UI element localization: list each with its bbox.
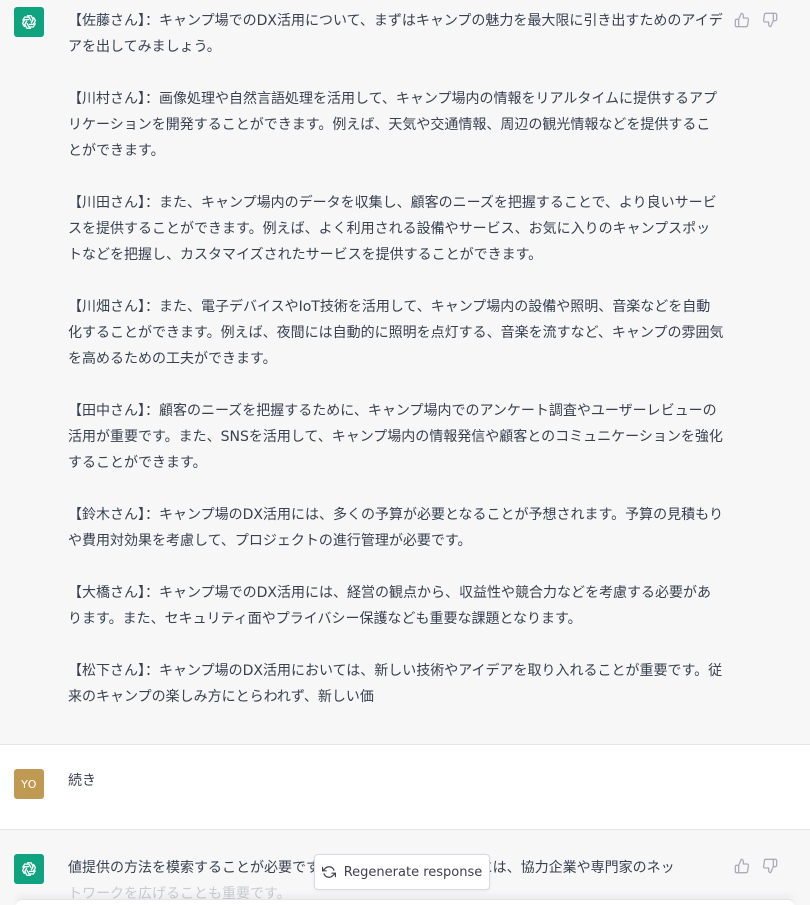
message-paragraph: 【川田さん】：また、キャンプ場内のデータを収集し、顧客のニーズを把握することで、… (68, 195, 717, 263)
chatgpt-avatar (14, 7, 44, 37)
thumbs-up-icon[interactable] (734, 12, 750, 28)
user-message-text: 続き (68, 773, 96, 789)
message-paragraph: 【松下さん】：キャンプ場のDX活用においては、新しい技術やアイデアを取り入れるこ… (68, 663, 723, 705)
message-paragraph: 【佐藤さん】：キャンプ場でのDX活用について、まずはキャンプの魅力を最大限に引き… (68, 13, 723, 55)
message-text-start: 値提供の方法を模索することが必要です。 (68, 860, 333, 876)
input-area-edge (16, 899, 794, 905)
message-paragraph: 【川畑さん】：また、電子デバイスやIoT技術を活用して、キャンプ場内の設備や照明… (68, 299, 724, 367)
message-paragraph: 【大橋さん】：キャンプ場でのDX活用には、経営の観点から、収益性や競合力などを考… (68, 585, 711, 627)
assistant-message-1: 【佐藤さん】：キャンプ場でのDX活用について、まずはキャンプの魅力を最大限に引き… (0, 0, 810, 745)
refresh-icon (321, 866, 336, 878)
chatgpt-avatar (14, 854, 44, 884)
message-paragraph: 【鈴木さん】：キャンプ場のDX活用には、多くの予算が必要となることが予想されます… (68, 507, 724, 549)
user-message: YO 続き (0, 745, 810, 830)
feedback-buttons (734, 12, 778, 28)
thumbs-down-icon[interactable] (762, 12, 778, 28)
thumbs-down-icon[interactable] (762, 858, 778, 874)
message-paragraph: 【川村さん】：画像処理や自然言語処理を活用して、キャンプ場内の情報をリアルタイム… (68, 91, 718, 159)
thumbs-up-icon[interactable] (734, 858, 750, 874)
regenerate-response-button[interactable]: Regenerate response (314, 854, 490, 890)
user-avatar: YO (14, 769, 44, 799)
assistant-message-text: 【佐藤さん】：キャンプ場でのDX活用について、まずはキャンプの魅力を最大限に引き… (68, 8, 724, 710)
feedback-buttons (734, 858, 778, 874)
regenerate-label: Regenerate response (343, 864, 483, 880)
openai-logo-icon (21, 862, 37, 876)
openai-logo-icon (21, 15, 37, 29)
message-paragraph: 【田中さん】：顧客のニーズを把握するために、キャンプ場内でのアンケート調査やユー… (68, 403, 723, 471)
